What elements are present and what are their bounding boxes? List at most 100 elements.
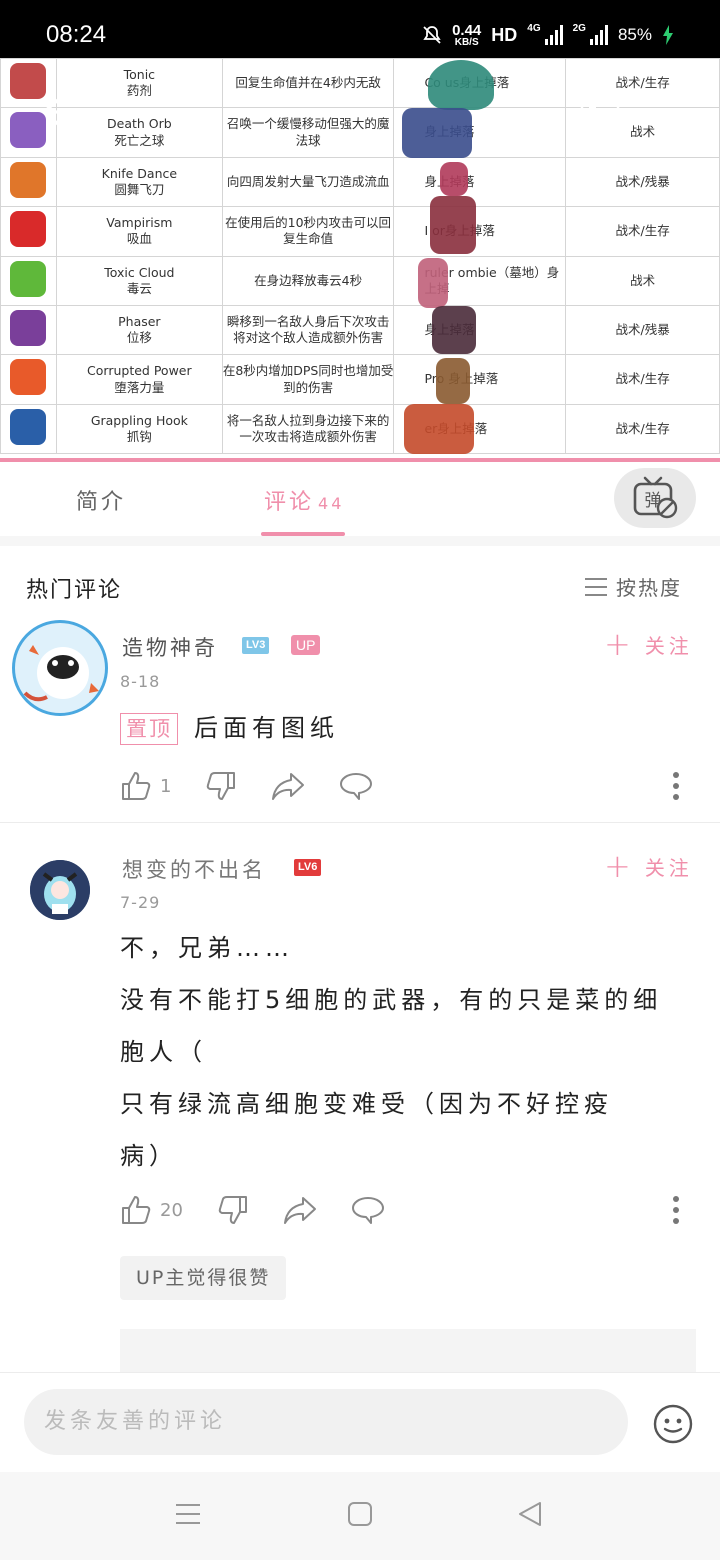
share-button[interactable]	[271, 771, 305, 801]
avatar[interactable]	[12, 620, 108, 716]
up-liked-chip: UP主觉得很赞	[120, 1256, 287, 1300]
item-name-en: Tonic	[123, 66, 156, 82]
item-desc-cell: 将一名敌人拉到身边接下来的一次攻击将造成额外伤害	[221, 403, 395, 455]
emoji-icon[interactable]	[652, 1403, 694, 1445]
dislike-button[interactable]	[217, 1194, 249, 1226]
comment-actions: 1	[120, 770, 407, 802]
thumbs-down-icon	[207, 772, 236, 800]
boss-sprite	[440, 162, 468, 196]
mute-bell-icon	[423, 26, 441, 44]
menu-icon[interactable]	[174, 1500, 202, 1528]
item-sprite-icon	[10, 359, 47, 396]
danmaku-toggle-button[interactable]: 弹	[614, 468, 696, 528]
hot-comments-title: 热门评论	[26, 578, 123, 603]
like-button[interactable]: 1	[120, 770, 171, 802]
system-nav-bar	[0, 1472, 720, 1560]
boss-sprite	[436, 358, 470, 404]
item-icon-cell	[0, 206, 57, 257]
comment-more-icon[interactable]	[671, 771, 681, 801]
like-button[interactable]: 20	[120, 1194, 183, 1226]
tab-comments-label: 评论	[264, 490, 315, 515]
item-name-en: Grappling Hook	[90, 412, 188, 428]
tab-intro[interactable]: 简介	[76, 484, 126, 516]
item-name-cell: Corrupted Power 堕落力量	[55, 354, 223, 405]
tab-comments[interactable]: 评论 44	[264, 484, 344, 516]
network-4g-label: 4G	[527, 22, 541, 34]
item-sprite-icon	[10, 161, 47, 198]
thumbs-up-icon	[122, 1196, 151, 1224]
item-name-en: Death Orb	[107, 116, 172, 132]
follow-button[interactable]: + 关注	[604, 850, 693, 882]
item-name-cn: 堕落力量	[114, 379, 165, 395]
item-src-cell: 身上掉落	[393, 156, 567, 208]
comment-username[interactable]: 想变的不出名	[122, 854, 266, 884]
charging-icon	[663, 25, 673, 45]
boss-sprite	[402, 108, 472, 158]
share-button[interactable]	[283, 1195, 317, 1225]
avatar-image	[23, 645, 99, 702]
comment-line: 不，兄弟……	[120, 934, 294, 962]
net-speed: 0.44 KB/S	[452, 21, 482, 48]
item-icon-cell	[0, 304, 57, 356]
comment-date: 8-18	[120, 672, 161, 691]
back-arrow-icon[interactable]	[38, 94, 74, 130]
comments-count: 44	[318, 494, 345, 513]
more-vertical-icon[interactable]	[674, 94, 686, 134]
item-icon-cell	[0, 156, 57, 208]
item-name-en: Vampirism	[106, 215, 173, 231]
avatar[interactable]	[30, 860, 90, 920]
comment-input[interactable]: 发条友善的评论	[24, 1389, 628, 1455]
item-name-cn: 死亡之球	[114, 132, 165, 148]
table-row: Knife Dance圆舞飞刀向四周发射大量飞刀造成流血身上掉落战术/残暴	[0, 156, 720, 208]
reply-button[interactable]	[339, 771, 373, 801]
item-desc-cell: 在8秒内增加DPS同时也增加受到的伤害	[221, 354, 395, 405]
comment-username[interactable]: 造物神奇	[122, 632, 218, 662]
comment-input-bar: 发条友善的评论	[0, 1372, 720, 1472]
item-name-cell: Vampirism 吸血	[55, 206, 223, 257]
item-name-cell: Phaser 位移	[55, 304, 223, 356]
comment-date: 7-29	[120, 893, 161, 912]
item-tag-cell: 战术	[565, 255, 720, 306]
item-src-cell: 身上掉落	[393, 304, 567, 356]
tab-bar: 简介 评论 44 弹	[0, 462, 720, 536]
item-name-en: Toxic Cloud	[104, 264, 175, 280]
video-player[interactable]: Tonic药剂回复生命值并在4秒内无敌Co us身上掉落战术/生存Death O…	[0, 58, 720, 460]
item-src-cell: I or身上掉落	[393, 206, 567, 257]
comment-line: 只有绿流高细胞变难受（因为不好控疫	[120, 1090, 613, 1118]
pinned-badge: 置顶	[120, 713, 178, 745]
follow-button[interactable]: + 关注	[604, 628, 693, 660]
back-triangle-icon[interactable]	[516, 1500, 544, 1528]
comment-bubble-icon	[340, 773, 373, 800]
item-desc-cell: 召唤一个缓慢移动但强大的魔法球	[221, 107, 395, 158]
item-name-cell: Toxic Cloud 毒云	[55, 255, 223, 306]
item-tag-cell: 战术/生存	[565, 403, 720, 455]
item-icon-cell	[0, 403, 57, 455]
item-icon-cell	[0, 354, 57, 405]
reply-button[interactable]	[351, 1195, 385, 1225]
table-row: Toxic Cloud毒云在身边释放毒云4秒ruler ombie（墓地）身上掉…	[0, 255, 720, 306]
table-row: Phaser位移瞬移到一名敌人身后下次攻击将对这个敌人造成额外伤害身上掉落战术/…	[0, 304, 720, 356]
sort-list-icon	[585, 577, 607, 596]
item-desc-cell: 瞬移到一名敌人身后下次攻击将对这个敌人造成额外伤害	[221, 304, 395, 356]
item-src-cell: Pro 身上掉落	[393, 354, 567, 405]
dislike-button[interactable]	[205, 770, 237, 802]
table-row: Vampirism吸血在使用后的10秒内攻击可以回复生命值I or身上掉落战术/…	[0, 206, 720, 257]
sort-button[interactable]: 按热度	[584, 572, 682, 601]
avatar-image	[30, 860, 90, 920]
item-name-cn: 吸血	[126, 231, 152, 247]
comment-line: 病）	[120, 1142, 178, 1170]
picture-in-picture-icon[interactable]	[580, 98, 624, 132]
boss-sprite	[404, 404, 474, 454]
like-count: 20	[160, 1199, 183, 1221]
item-name-cell: Grappling Hook 抓钩	[55, 403, 223, 455]
share-icon	[272, 773, 305, 800]
comment-bubble-icon	[351, 1197, 384, 1224]
item-name-cn: 圆舞飞刀	[114, 181, 165, 197]
comment-body: 不，兄弟…… 没有不能打5细胞的武器，有的只是菜的细 胞人（ 只有绿流高细胞变难…	[120, 922, 662, 1182]
item-name-cell: Knife Dance 圆舞飞刀	[55, 156, 223, 208]
thumbs-down-icon	[218, 1196, 247, 1224]
boss-sprite	[418, 258, 448, 308]
comment-divider	[0, 822, 720, 823]
comment-more-icon[interactable]	[671, 1195, 681, 1225]
home-icon[interactable]	[346, 1500, 374, 1528]
